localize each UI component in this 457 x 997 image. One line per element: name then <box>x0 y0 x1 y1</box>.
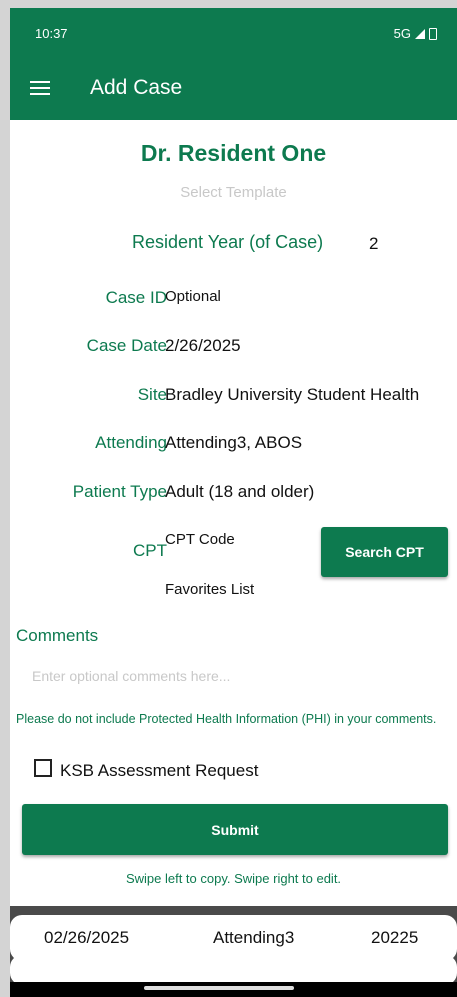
battery-icon <box>429 27 437 40</box>
patient-type-label: Patient Type <box>72 482 167 501</box>
cpt-label: CPT <box>133 541 167 560</box>
resident-year-label: Resident Year (of Case) <box>132 232 324 252</box>
site-field[interactable]: Bradley University Student Health <box>165 385 419 405</box>
patient-type-field[interactable]: Adult (18 and older) <box>165 482 314 502</box>
case-id-field[interactable]: Optional <box>165 288 221 305</box>
app-bar: Add Case <box>10 56 457 120</box>
home-handle[interactable] <box>144 986 294 990</box>
case-attending: Attending3 <box>213 928 295 947</box>
status-time: 10:37 <box>35 26 68 41</box>
comments-field[interactable]: Enter optional comments here... <box>32 668 230 684</box>
status-bar: 10:37 5G <box>10 8 457 56</box>
resident-year-value[interactable]: 2 <box>369 234 378 254</box>
list-item[interactable] <box>10 955 457 985</box>
navigation-bar <box>10 982 457 997</box>
site-label: Site <box>137 385 167 404</box>
resident-name: Dr. Resident One <box>140 140 327 166</box>
status-icons: 5G <box>394 26 437 41</box>
attending-label: Attending <box>95 433 167 452</box>
attending-field[interactable]: Attending3, ABOS <box>165 433 302 453</box>
comments-label: Comments <box>16 626 99 645</box>
network-label: 5G <box>393 26 411 41</box>
cpt-code-field[interactable]: CPT Code <box>165 531 235 548</box>
case-date-field[interactable]: 2/26/2025 <box>165 336 241 356</box>
case-code: 20225 <box>371 928 419 947</box>
case-date: 02/26/2025 <box>44 928 130 947</box>
favorites-list[interactable]: Favorites List <box>165 581 254 598</box>
menu-icon[interactable] <box>30 81 50 95</box>
signal-icon <box>415 28 425 39</box>
case-date-label: Case Date <box>86 336 167 355</box>
phone-screen: 10:37 5G Add Case Dr. Resident One Selec… <box>10 8 457 997</box>
ksb-checkbox[interactable] <box>34 759 52 777</box>
swipe-hint: Swipe left to copy. Swipe right to edit. <box>125 871 342 886</box>
search-cpt-button[interactable]: Search CPT <box>321 527 448 577</box>
select-template[interactable]: Select Template <box>10 184 457 201</box>
phi-notice: Please do not include Protected Health I… <box>16 712 437 726</box>
case-id-label: Case ID <box>105 288 167 307</box>
submit-button[interactable]: Submit <box>22 804 448 855</box>
ksb-label[interactable]: KSB Assessment Request <box>60 761 258 781</box>
page-title: Add Case <box>90 76 183 99</box>
